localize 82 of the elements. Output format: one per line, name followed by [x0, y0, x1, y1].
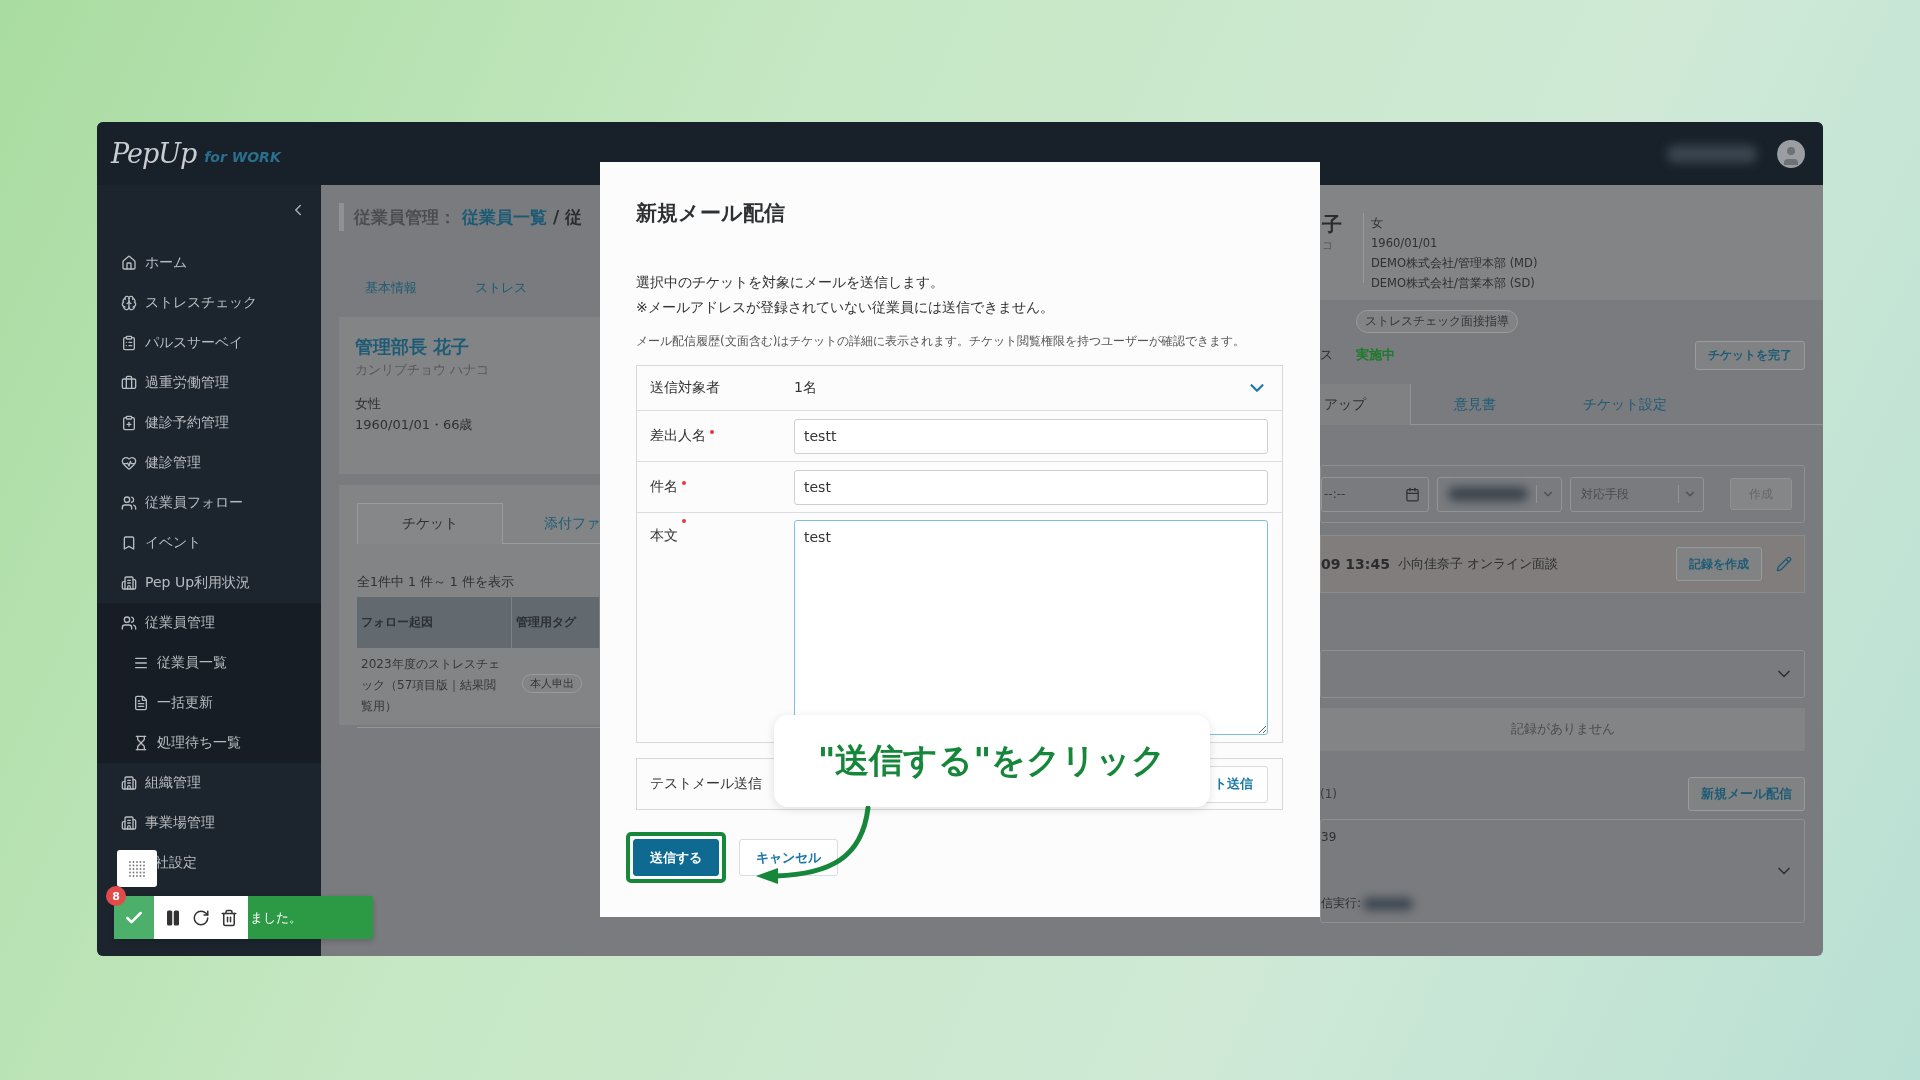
people-icon [121, 495, 137, 511]
house-icon [121, 255, 137, 271]
trash-icon [220, 908, 238, 927]
sidebar-item[interactable]: 過重労働管理 [97, 363, 321, 403]
document-icon [133, 695, 149, 711]
sidebar-item[interactable]: 健診管理 [97, 443, 321, 483]
detail-text: 1960/01/01 [1371, 235, 1439, 252]
input-field[interactable]: testt [794, 418, 1268, 454]
dialog-title: 新規メール配信 [636, 200, 786, 227]
table-cell-text: 2023年度のストレスチェック（57項目版｜結果閲覧用） [360, 656, 501, 715]
sidebar-item[interactable]: 事業場管理 [97, 803, 321, 843]
logo[interactable]: PepUp [111, 138, 197, 169]
tab[interactable]: チケット [357, 503, 503, 544]
field-label: 本文 [650, 527, 678, 545]
redo-button[interactable] [192, 908, 210, 927]
sidebar-item[interactable]: 従業員管理 [97, 603, 321, 643]
bookmark-icon [121, 535, 137, 551]
sidebar-subitem[interactable]: 処理待ち一覧 [97, 723, 321, 763]
clipboard-plus-icon [121, 415, 137, 431]
heart-icon [121, 455, 137, 471]
input-field[interactable]: test [794, 469, 1268, 505]
name-fragment: 子 [1322, 211, 1343, 238]
instruction-tooltip: "送信する"をクリック [774, 715, 1210, 807]
sidebar-item[interactable]: ホーム [97, 243, 321, 283]
blurred-value [1363, 897, 1414, 910]
logo-tagline: for WORK [204, 148, 281, 165]
dots-icon [128, 859, 146, 878]
pause-icon [164, 908, 182, 927]
sidebar-item[interactable]: 組織管理 [97, 763, 321, 803]
pause-button[interactable] [164, 908, 182, 927]
sidebar-item[interactable]: パルスサーベイ [97, 323, 321, 363]
field-label: 差出人名 [650, 427, 706, 445]
sidebar-item[interactable]: ストレスチェック [97, 283, 321, 323]
send-button[interactable]: 送信する [633, 839, 719, 876]
sidebar-subitem[interactable]: 従業員一覧 [97, 643, 321, 683]
brain-icon [121, 295, 137, 311]
employee-name: 管理部長 花子 [355, 335, 471, 359]
appointment-time: 09 13:45 [1321, 556, 1390, 572]
tag: ストレスチェック面接指導 [1356, 310, 1518, 333]
delete-button[interactable] [220, 908, 238, 927]
mail-meta-label: 信実行: [1321, 895, 1362, 912]
intro-text: ※メールアドレスが登録されていない従業員には送信できません。 [636, 298, 1055, 317]
sidebar-item[interactable]: 従業員フォロー [97, 483, 321, 523]
building-icon [121, 575, 137, 591]
sidebar-item[interactable]: イベント [97, 523, 321, 563]
field-label: テストメール送信 [650, 775, 762, 793]
breadcrumb-text: / [553, 207, 560, 227]
birth-date-text: 1960/01/01・66歳 [355, 416, 474, 434]
gender-text: 女性 [355, 395, 382, 413]
result-count: 全1件中 1 件～ 1 件を表示 [357, 574, 515, 591]
detail-text: DEMO株式会社/管理本部 (MD) [1371, 255, 1538, 272]
note-text: メール配信履歴(文面含む)はチケットの詳細に表示されます。チケット閲覧権限を持つユーザーが確認できます。 [636, 333, 1247, 350]
column-header: フォロー起因 [357, 597, 512, 648]
recipient-select[interactable]: 1名 [794, 377, 1268, 399]
field-label: 送信対象者 [650, 379, 720, 397]
mail-time: 39 [1321, 830, 1338, 844]
field-label: 件名 [650, 478, 678, 496]
intro-text: 選択中のチケットを対象にメールを送信します。 [636, 273, 945, 292]
detail-text: 女 [1371, 215, 1384, 232]
drag-handle[interactable] [117, 850, 157, 887]
building-icon [121, 815, 137, 831]
status-label: ス [1320, 346, 1334, 364]
briefcase-icon [121, 375, 137, 391]
detail-text: DEMO株式会社/営業本部 (SD) [1371, 275, 1536, 292]
people-icon [121, 615, 137, 631]
redo-icon [192, 908, 210, 927]
breadcrumb-text: 従 [565, 205, 583, 229]
sidebar-item[interactable]: Pep Up利用状況 [97, 563, 321, 603]
appointment-text: 小向佳奈子 オンライン面談 [1397, 555, 1558, 573]
status-text: 実施中 [1356, 346, 1395, 364]
hourglass-icon [133, 735, 149, 751]
clipboard-icon [121, 335, 137, 351]
select-field[interactable] [1437, 476, 1562, 512]
status-message: ました。 [250, 908, 302, 927]
calendar-icon [1405, 486, 1420, 502]
building-icon [121, 775, 137, 791]
tab[interactable]: アップ [1320, 384, 1411, 425]
sidebar-subitem[interactable]: 一括更新 [97, 683, 321, 723]
avatar-icon[interactable] [1777, 139, 1805, 168]
sidebar-item[interactable]: 健診予約管理 [97, 403, 321, 443]
mail-count: (1) [1320, 787, 1337, 801]
list-icon [133, 655, 149, 671]
